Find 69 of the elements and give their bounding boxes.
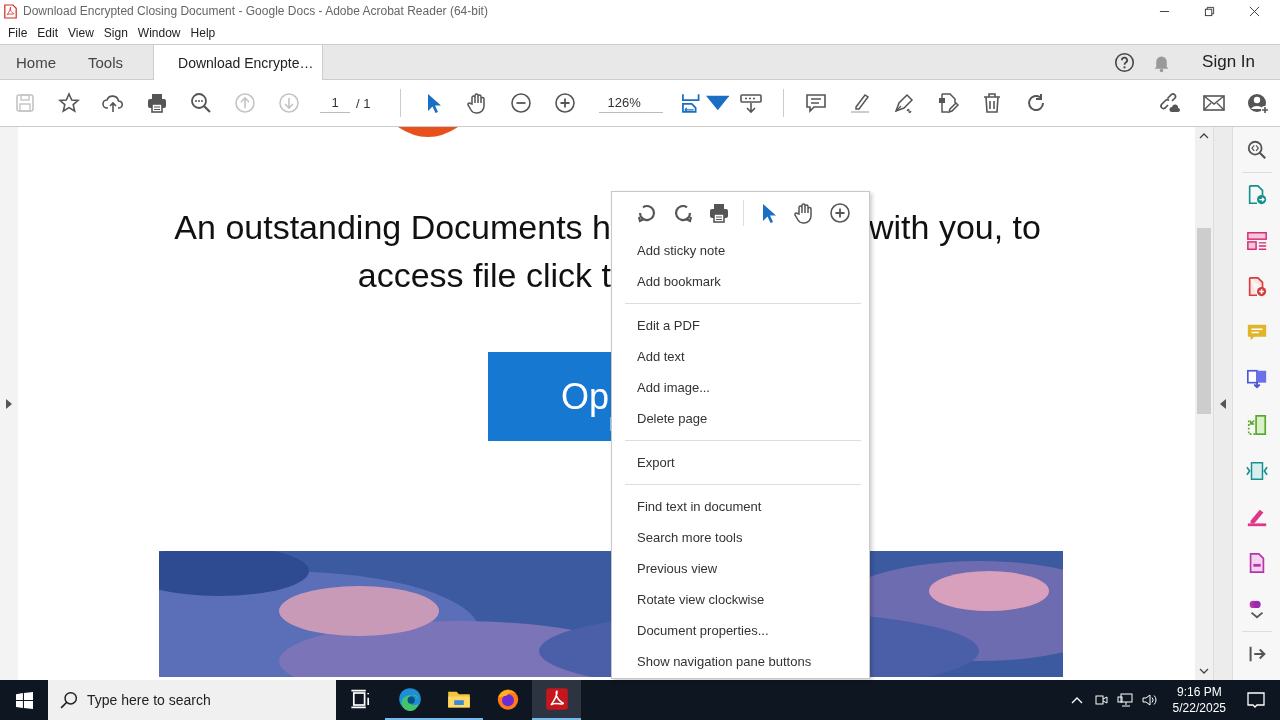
browser-icon[interactable] xyxy=(495,687,520,711)
document-button[interactable]: Op xyxy=(487,352,611,441)
menu-item[interactable]: Window xyxy=(132,26,186,40)
windows-start-icon[interactable] xyxy=(16,691,33,709)
clock[interactable]: 9:16 PM 5/22/2025 xyxy=(1172,684,1226,716)
tab[interactable]: Tools xyxy=(72,45,140,79)
tab[interactable]: Download Encrypte… xyxy=(153,45,324,80)
logo-shape xyxy=(397,127,458,137)
scroll-down-icon[interactable] xyxy=(1199,668,1210,674)
menu-item[interactable]: Show navigation pane buttons xyxy=(612,646,869,677)
sign-in-button[interactable]: Sign In xyxy=(1180,45,1280,79)
menu-item[interactable]: Export xyxy=(612,447,869,478)
notification-icon[interactable] xyxy=(1246,690,1266,710)
combine-files-icon[interactable] xyxy=(1245,368,1268,390)
pdf-icon xyxy=(4,3,17,19)
menu-item[interactable]: Add text xyxy=(612,341,869,372)
menu-item[interactable]: Find text in document xyxy=(612,491,869,522)
scroll-mode-icon[interactable] xyxy=(739,91,764,115)
scroll-up-icon[interactable] xyxy=(1199,133,1210,139)
menu-item[interactable]: View xyxy=(63,26,99,40)
link-icon[interactable] xyxy=(1158,91,1182,115)
page-count: / 1 xyxy=(356,95,371,111)
menu-item[interactable]: Previous view xyxy=(612,553,869,584)
organize-pages-icon[interactable] xyxy=(1245,230,1268,252)
zoom-in-icon[interactable] xyxy=(553,91,578,115)
print-icon[interactable] xyxy=(707,201,731,225)
user-add-icon[interactable] xyxy=(1246,91,1270,115)
heading-text: access file click t xyxy=(357,255,611,295)
collapse-arrow-icon[interactable] xyxy=(1220,398,1227,409)
network-icon[interactable] xyxy=(1116,692,1133,708)
zoom-dropdown[interactable]: 126% xyxy=(599,93,664,113)
star-icon[interactable] xyxy=(57,91,81,115)
expand-arrow-icon[interactable] xyxy=(6,398,12,409)
tab[interactable]: Home xyxy=(0,45,72,79)
menu-item[interactable]: Search more tools xyxy=(612,522,869,553)
menu-item[interactable]: Add image... xyxy=(612,372,869,403)
help-icon[interactable] xyxy=(1114,51,1136,73)
zoom-icon[interactable] xyxy=(1245,139,1268,161)
compress-icon[interactable] xyxy=(1245,414,1268,436)
speaker-icon[interactable] xyxy=(1140,692,1157,708)
restore-icon[interactable] xyxy=(1204,5,1215,17)
scrollbar-thumb[interactable] xyxy=(1197,228,1212,414)
close-icon[interactable] xyxy=(1249,5,1260,17)
menu-item[interactable]: Delete page xyxy=(612,403,869,434)
menu-item[interactable]: Add sticky note xyxy=(612,235,869,266)
protect-icon[interactable] xyxy=(1245,460,1268,482)
menu-item[interactable]: Edit xyxy=(32,26,64,40)
search-icon[interactable] xyxy=(189,91,213,115)
page-number-field[interactable]: 1 xyxy=(320,93,350,113)
menu-item[interactable]: Sign xyxy=(98,26,133,40)
taskbar-button[interactable] xyxy=(532,680,581,720)
comment-icon[interactable] xyxy=(804,91,829,115)
search-field[interactable]: Type here to search xyxy=(48,680,336,720)
menu-item[interactable]: Help xyxy=(185,26,221,40)
print-icon[interactable] xyxy=(145,91,169,115)
heading-text: with you, to xyxy=(868,207,1042,247)
heading-text: An outstanding Documents h xyxy=(174,207,611,247)
menu-item[interactable]: Document properties... xyxy=(612,615,869,646)
menu-item[interactable]: Edit a PDF xyxy=(612,310,869,341)
menu-item[interactable]: File xyxy=(3,26,33,40)
zoom-in-icon[interactable] xyxy=(828,201,852,225)
zoom-out-icon[interactable] xyxy=(509,91,534,115)
menu-item[interactable]: Rotate view clockwise xyxy=(612,584,869,615)
camera-icon[interactable] xyxy=(1092,692,1109,708)
pdf-app-icon[interactable] xyxy=(544,687,569,711)
browser-icon[interactable] xyxy=(397,687,422,711)
window-title: Download Encrypted Closing Document - Google Docs - Adobe Acrobat Reader (64-bit) xyxy=(23,4,488,18)
menu-item[interactable]: Add bookmark xyxy=(612,266,869,297)
edit-document-icon[interactable] xyxy=(936,91,961,115)
